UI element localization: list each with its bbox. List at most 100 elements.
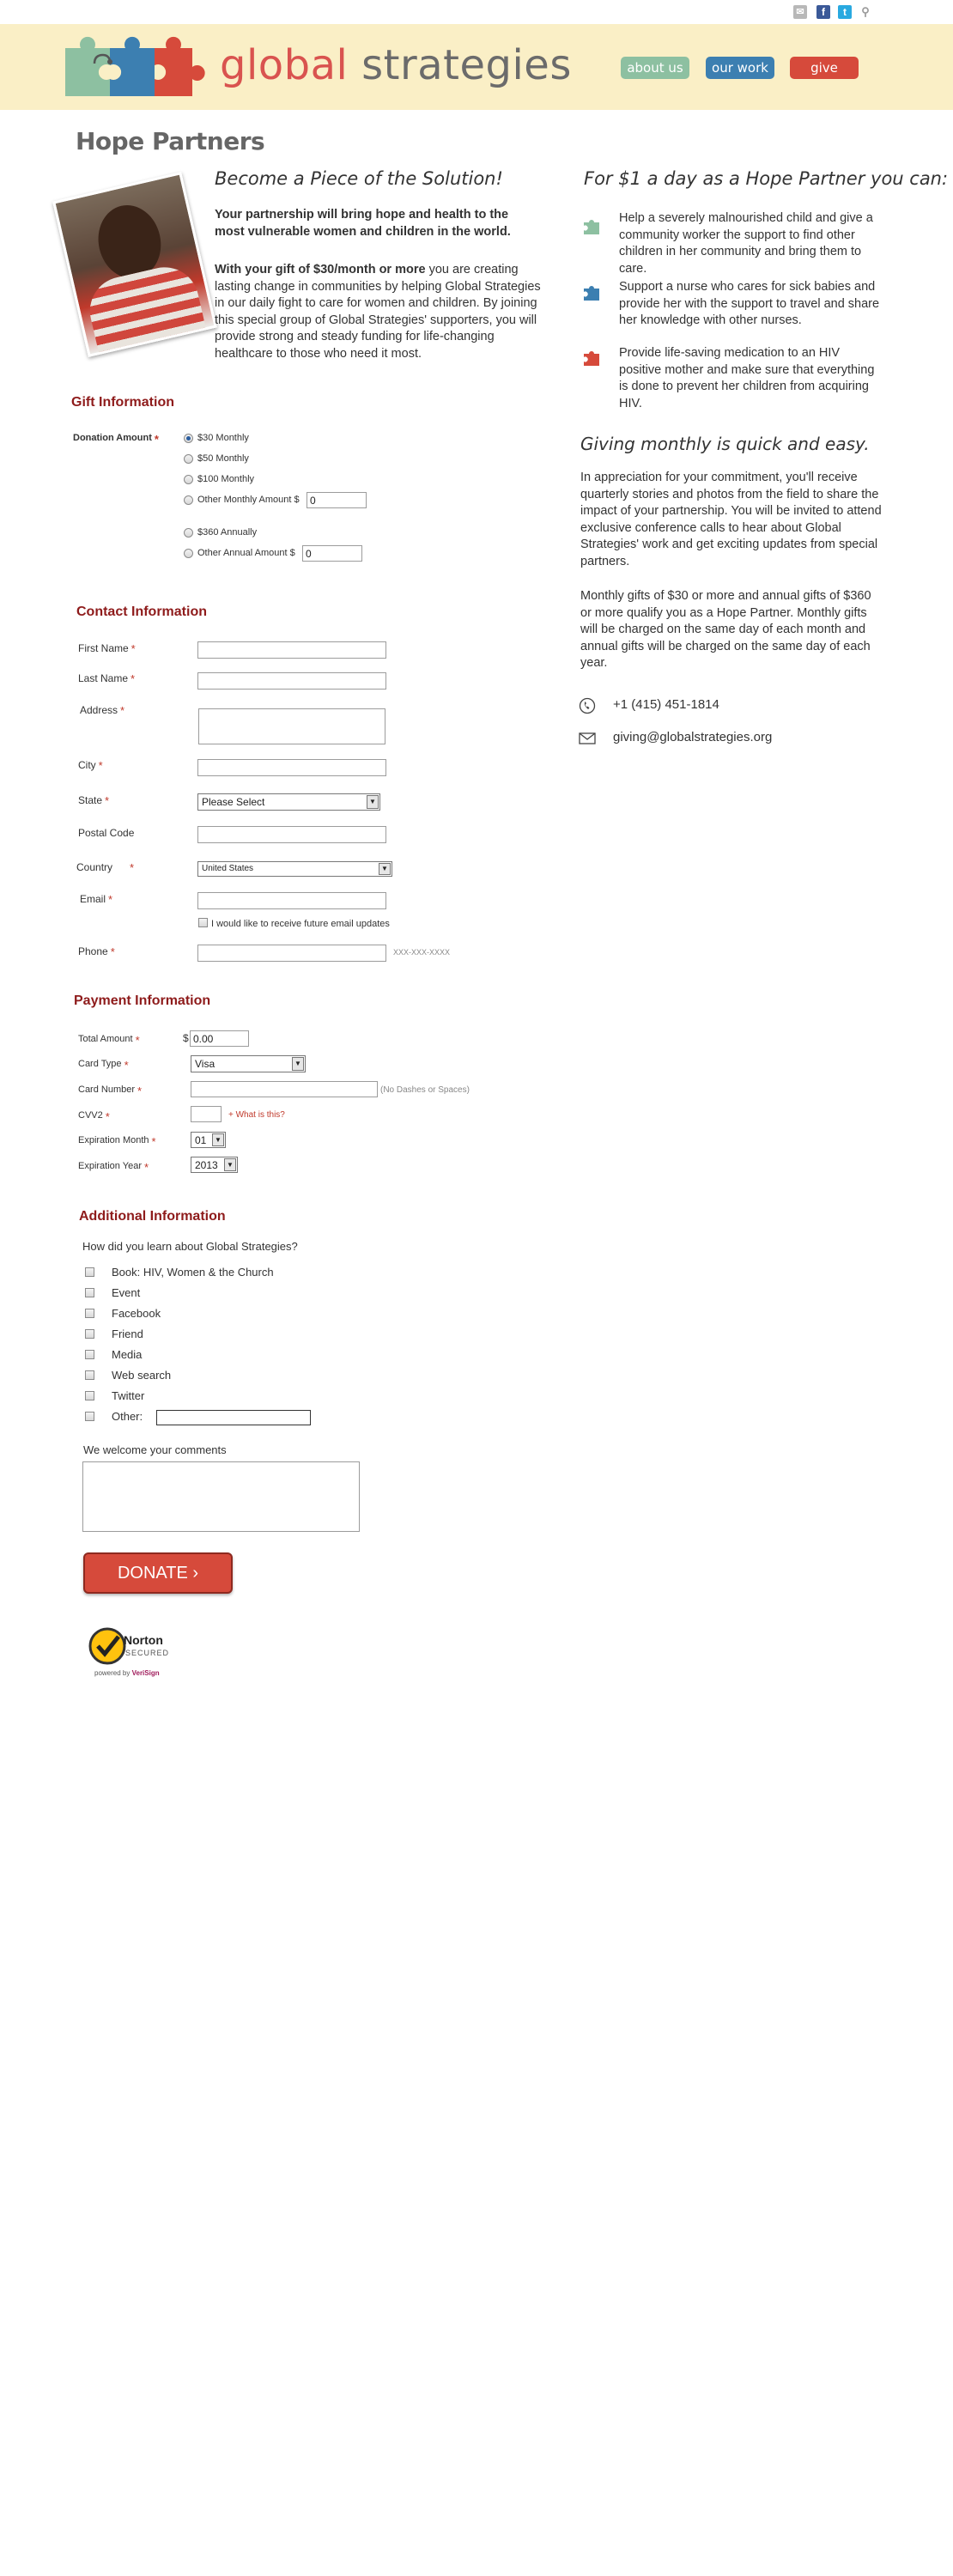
source-option-label: Other: [112, 1410, 143, 1423]
cvv-help-link[interactable]: + What is this? [228, 1110, 285, 1120]
email-label: Email * [80, 893, 113, 906]
benefit-item: Help a severely malnourished child and g… [619, 211, 873, 276]
source-checkbox-book[interactable] [85, 1267, 94, 1277]
radio-label: Other Annual Amount $ [197, 548, 295, 558]
cvv2-field[interactable] [191, 1106, 222, 1122]
payment-section-title: Payment Information [74, 993, 211, 1008]
last-name-label: Last Name * [78, 672, 136, 685]
expiration-month-select[interactable]: 01 ▼ [191, 1132, 226, 1148]
comments-field[interactable] [82, 1461, 360, 1532]
donate-button[interactable]: DONATE › [83, 1552, 233, 1594]
gift-section-title: Gift Information [71, 395, 174, 410]
total-amount-field[interactable]: 0.00 [190, 1030, 249, 1047]
radio-label: $100 Monthly [197, 474, 255, 484]
first-name-label: First Name * [78, 642, 136, 655]
radio-other-monthly[interactable] [184, 495, 193, 505]
expiration-year-select[interactable]: 2013 ▼ [191, 1157, 238, 1173]
contact-phone[interactable]: +1 (415) 451-1814 [613, 697, 719, 712]
appreciation-paragraph: In appreciation for your commitment, you… [580, 471, 882, 568]
radio-label: $360 Annually [197, 527, 258, 538]
phone-format-hint: XXX-XXX-XXXX [393, 948, 451, 957]
first-name-field[interactable] [197, 641, 386, 659]
norton-secured-label: SECURED [125, 1649, 170, 1657]
benefit-item: Support a nurse who cares for sick babie… [619, 280, 880, 327]
mail-icon[interactable]: ✉ [793, 5, 807, 19]
source-other-input[interactable] [156, 1410, 311, 1425]
address-field[interactable] [198, 708, 385, 744]
source-option-label: Friend [112, 1327, 143, 1340]
source-option-label: Twitter [112, 1389, 145, 1402]
intro-paragraph: With your gift of $30/month or more you … [215, 263, 541, 361]
comments-label: We welcome your comments [83, 1443, 227, 1456]
radio-label: Other Monthly Amount $ [197, 495, 300, 505]
radio-label: $30 Monthly [197, 433, 249, 443]
state-select[interactable]: Please Select ▼ [197, 793, 380, 811]
contact-section-title: Contact Information [76, 605, 207, 619]
child-photo [52, 172, 217, 357]
intro-bold-text: Your partnership will bring hope and hea… [215, 208, 511, 239]
card-number-label: Card Number * [78, 1084, 143, 1097]
card-number-hint: (No Dashes or Spaces) [380, 1085, 470, 1095]
radio-360-annually[interactable] [184, 528, 193, 538]
email-updates-label: I would like to receive future email upd… [211, 919, 390, 929]
card-number-field[interactable] [191, 1081, 378, 1097]
contact-email[interactable]: giving@globalstrategies.org [613, 730, 772, 744]
intro-heading: Become a Piece of the Solution! [215, 168, 503, 189]
expiration-month-label: Expiration Month * [78, 1135, 156, 1148]
other-annual-input[interactable]: 0 [302, 545, 362, 562]
twitter-icon[interactable]: t [838, 5, 852, 19]
site-logo[interactable]: global strategies [220, 41, 572, 89]
source-checkbox-media[interactable] [85, 1350, 94, 1359]
country-label: Country * [76, 861, 135, 874]
norton-powered-by: powered by VeriSign [94, 1669, 160, 1677]
source-option-label: Web search [112, 1369, 172, 1382]
source-checkbox-other[interactable] [85, 1412, 94, 1421]
norton-brand: Norton [124, 1633, 163, 1647]
radio-50-monthly[interactable] [184, 454, 193, 464]
card-type-select[interactable]: Visa ▼ [191, 1055, 306, 1072]
radio-100-monthly[interactable] [184, 475, 193, 484]
nav-our-work[interactable]: our work [706, 57, 774, 79]
country-select[interactable]: United States ▼ [197, 861, 392, 877]
card-type-label: Card Type * [78, 1059, 129, 1072]
other-monthly-input[interactable]: 0 [307, 492, 367, 508]
postal-code-label: Postal Code [78, 827, 135, 839]
facebook-icon[interactable]: f [816, 5, 830, 19]
puzzle-red-icon [584, 351, 599, 366]
source-checkbox-event[interactable] [85, 1288, 94, 1297]
puzzle-blue-icon [584, 286, 599, 301]
page-title: Hope Partners [76, 127, 265, 155]
logo-puzzle-icon[interactable] [60, 31, 208, 103]
norton-check-icon [88, 1627, 126, 1665]
source-option-label: Media [112, 1348, 143, 1361]
source-checkbox-friend[interactable] [85, 1329, 94, 1339]
phone-label: Phone * [78, 945, 115, 958]
nav-give[interactable]: give [790, 57, 859, 79]
nav-about-us[interactable]: about us [621, 57, 689, 79]
email-field[interactable] [197, 892, 386, 909]
right-heading: For $1 a day as a Hope Partner you can: [584, 168, 949, 189]
additional-section-title: Additional Information [79, 1209, 226, 1224]
search-icon[interactable]: ⚲ [859, 5, 872, 19]
email-updates-checkbox[interactable] [198, 918, 208, 927]
norton-secured-badge[interactable]: Norton SECURED powered by VeriSign [86, 1625, 185, 1681]
city-field[interactable] [197, 759, 386, 776]
last-name-field[interactable] [197, 672, 386, 690]
source-checkbox-twitter[interactable] [85, 1391, 94, 1400]
source-option-label: Book: HIV, Women & the Church [112, 1266, 274, 1279]
email-icon [579, 732, 596, 744]
donation-amount-label: Donation Amount * [73, 433, 159, 446]
radio-other-annual[interactable] [184, 549, 193, 558]
total-amount-label: Total Amount * [78, 1034, 140, 1047]
currency-symbol: $ [183, 1032, 189, 1044]
source-option-label: Facebook [112, 1307, 161, 1320]
cvv2-label: CVV2 * [78, 1110, 110, 1123]
expiration-year-label: Expiration Year * [78, 1161, 149, 1174]
hope-partner-paragraph: Monthly gifts of $30 or more and annual … [580, 589, 871, 670]
postal-code-field[interactable] [197, 826, 386, 843]
benefit-item: Provide life-saving medication to an HIV… [619, 346, 875, 410]
source-checkbox-facebook[interactable] [85, 1309, 94, 1318]
source-checkbox-web-search[interactable] [85, 1370, 94, 1380]
radio-30-monthly[interactable] [184, 434, 193, 443]
phone-field[interactable] [197, 945, 386, 962]
